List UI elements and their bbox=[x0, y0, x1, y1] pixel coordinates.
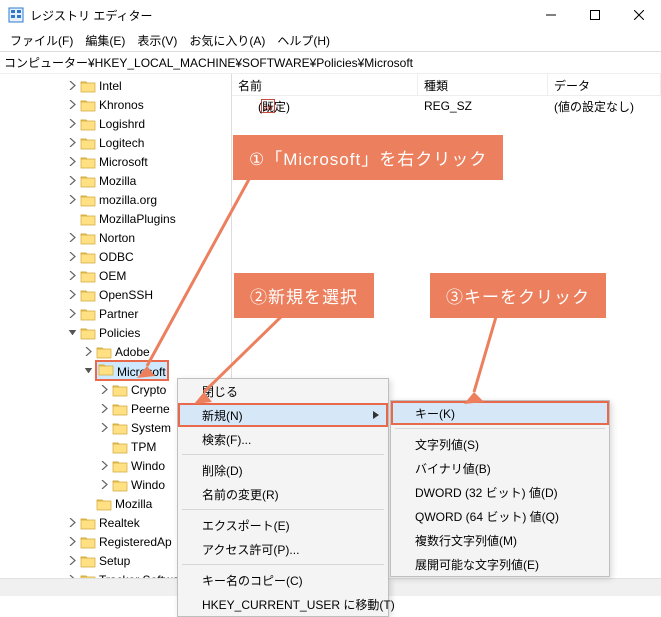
chevron-right-icon[interactable] bbox=[96, 477, 112, 493]
menu-item[interactable]: 削除(D) bbox=[178, 458, 388, 482]
titlebar: レジストリ エディター bbox=[0, 0, 661, 30]
tree-item-policies[interactable]: Policies bbox=[0, 323, 231, 342]
menu-item[interactable]: エクスポート(E) bbox=[178, 513, 388, 537]
menu-help[interactable]: ヘルプ(H) bbox=[271, 32, 336, 49]
tree-item-intel[interactable]: Intel bbox=[0, 76, 231, 95]
chevron-right-icon[interactable] bbox=[64, 135, 80, 151]
chevron-right-icon[interactable] bbox=[96, 420, 112, 436]
chevron-right-icon[interactable] bbox=[64, 553, 80, 569]
tree-item-odbc[interactable]: ODBC bbox=[0, 247, 231, 266]
col-data[interactable]: データ bbox=[548, 74, 661, 95]
tree-item-logishrd[interactable]: Logishrd bbox=[0, 114, 231, 133]
chevron-right-icon[interactable] bbox=[64, 515, 80, 531]
close-button[interactable] bbox=[617, 0, 661, 30]
chevron-right-icon[interactable] bbox=[96, 458, 112, 474]
column-headers[interactable]: 名前 種類 データ bbox=[232, 74, 661, 96]
chevron-right-icon[interactable] bbox=[64, 287, 80, 303]
chevron-right-icon[interactable] bbox=[80, 344, 96, 360]
tree-item-khronos[interactable]: Khronos bbox=[0, 95, 231, 114]
window-title: レジストリ エディター bbox=[30, 7, 529, 24]
chevron-right-icon[interactable] bbox=[96, 401, 112, 417]
maximize-button[interactable] bbox=[573, 0, 617, 30]
callout-3: ③キーをクリック bbox=[430, 273, 606, 318]
menu-item[interactable]: キー名のコピー(C) bbox=[178, 568, 388, 592]
address-bar[interactable]: コンピューター¥HKEY_LOCAL_MACHINE¥SOFTWARE¥Poli… bbox=[0, 52, 661, 74]
chevron-right-icon[interactable] bbox=[64, 154, 80, 170]
chevron-right-icon[interactable] bbox=[64, 78, 80, 94]
callout-2: ②新規を選択 bbox=[234, 273, 374, 318]
tree-item-oem[interactable]: OEM bbox=[0, 266, 231, 285]
submenu-arrow-icon bbox=[373, 408, 379, 422]
menu-item[interactable]: QWORD (64 ビット) 値(Q) bbox=[391, 504, 609, 528]
minimize-button[interactable] bbox=[529, 0, 573, 30]
menu-view[interactable]: 表示(V) bbox=[131, 32, 183, 49]
tree-item-partner[interactable]: Partner bbox=[0, 304, 231, 323]
chevron-right-icon[interactable] bbox=[64, 230, 80, 246]
menu-item[interactable]: DWORD (32 ビット) 値(D) bbox=[391, 480, 609, 504]
chevron-right-icon[interactable] bbox=[96, 382, 112, 398]
col-name[interactable]: 名前 bbox=[232, 74, 418, 95]
menu-edit[interactable]: 編集(E) bbox=[79, 32, 131, 49]
menu-item[interactable]: アクセス許可(P)... bbox=[178, 537, 388, 561]
tree-item-microsoft[interactable]: Microsoft bbox=[0, 152, 231, 171]
chevron-right-icon[interactable] bbox=[64, 97, 80, 113]
chevron-right-icon[interactable] bbox=[64, 268, 80, 284]
editor-window: レジストリ エディター ファイル(F) 編集(E) 表示(V) お気に入り(A)… bbox=[0, 0, 661, 596]
tree-item-openssh[interactable]: OpenSSH bbox=[0, 285, 231, 304]
chevron-down-icon[interactable] bbox=[80, 363, 96, 379]
tree-item-adobe[interactable]: Adobe bbox=[0, 342, 231, 361]
chevron-down-icon[interactable] bbox=[64, 325, 80, 341]
menu-item[interactable]: バイナリ値(B) bbox=[391, 456, 609, 480]
chevron-right-icon[interactable] bbox=[64, 116, 80, 132]
tree-item-mozillaplugins[interactable]: MozillaPlugins bbox=[0, 209, 231, 228]
chevron-right-icon[interactable] bbox=[64, 534, 80, 550]
menu-item[interactable]: 検索(F)... bbox=[178, 427, 388, 451]
tree-item-norton[interactable]: Norton bbox=[0, 228, 231, 247]
col-type[interactable]: 種類 bbox=[418, 74, 548, 95]
menu-item[interactable]: 文字列値(S) bbox=[391, 432, 609, 456]
menu-item[interactable]: 複数行文字列値(M) bbox=[391, 528, 609, 552]
chevron-right-icon[interactable] bbox=[64, 192, 80, 208]
menu-item[interactable]: 名前の変更(R) bbox=[178, 482, 388, 506]
context-menu: 閉じる新規(N)検索(F)... 削除(D)名前の変更(R) エクスポート(E)アク… bbox=[177, 378, 389, 617]
tree-item-mozilla[interactable]: Mozilla bbox=[0, 171, 231, 190]
regedit-icon bbox=[8, 7, 24, 23]
chevron-right-icon[interactable] bbox=[64, 249, 80, 265]
menu-bar: ファイル(F) 編集(E) 表示(V) お気に入り(A) ヘルプ(H) bbox=[0, 30, 661, 52]
menu-item[interactable]: 展開可能な文字列値(E) bbox=[391, 552, 609, 576]
menu-favorites[interactable]: お気に入り(A) bbox=[183, 32, 271, 49]
menu-item[interactable]: キー(K) bbox=[391, 401, 609, 425]
context-submenu-new: キー(K) 文字列値(S)バイナリ値(B)DWORD (32 ビット) 値(D)Q… bbox=[390, 400, 610, 577]
tree-item-mozilla.org[interactable]: mozilla.org bbox=[0, 190, 231, 209]
menu-item[interactable]: 閉じる bbox=[178, 379, 388, 403]
menu-item[interactable]: 新規(N) bbox=[178, 403, 388, 427]
menu-file[interactable]: ファイル(F) bbox=[4, 32, 79, 49]
tree-item-logitech[interactable]: Logitech bbox=[0, 133, 231, 152]
callout-1: ①「Microsoft」を右クリック bbox=[233, 135, 503, 180]
chevron-right-icon[interactable] bbox=[64, 173, 80, 189]
value-row-default[interactable]: ab (既定) REG_SZ (値の設定なし) bbox=[232, 96, 661, 116]
chevron-right-icon[interactable] bbox=[64, 306, 80, 322]
